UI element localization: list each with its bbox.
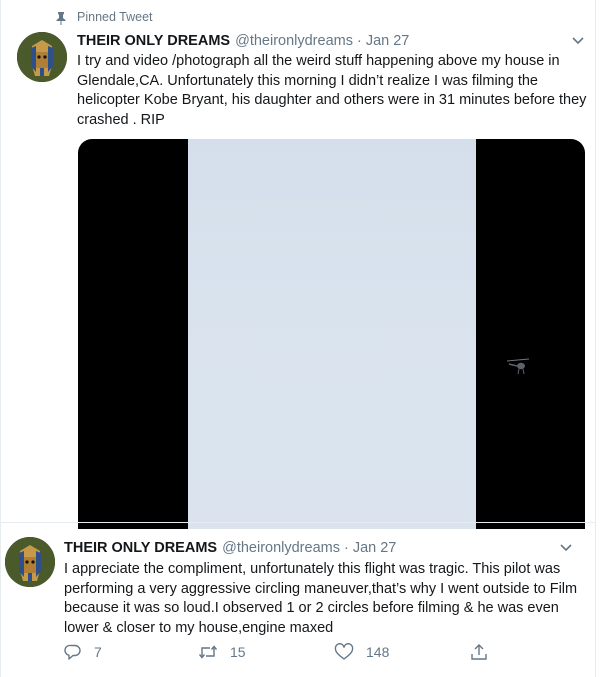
timestamp[interactable]: Jan 27 xyxy=(366,33,410,49)
retweet-count: 15 xyxy=(230,644,246,660)
tweet-header: THEIR ONLY DREAMS @theironlydreams · Jan… xyxy=(64,540,396,556)
display-name[interactable]: THEIR ONLY DREAMS xyxy=(64,540,217,556)
tweet-text: I appreciate the compliment, unfortunate… xyxy=(64,561,578,636)
avatar[interactable] xyxy=(5,537,55,587)
like-count: 148 xyxy=(366,644,390,660)
chevron-down-icon[interactable] xyxy=(559,543,573,553)
pin-icon xyxy=(56,12,66,25)
pinned-tweet[interactable]: Pinned Tweet THEIR ONLY DREAMS @theironl… xyxy=(0,0,596,529)
retweet-button[interactable]: 15 xyxy=(198,643,246,661)
chevron-down-icon[interactable] xyxy=(571,36,585,46)
user-handle[interactable]: @theironlydreams xyxy=(235,33,353,49)
retweet-icon xyxy=(198,645,218,659)
reply-count: 7 xyxy=(94,644,102,660)
separator: · xyxy=(343,540,349,556)
timestamp[interactable]: Jan 27 xyxy=(353,540,397,556)
like-button[interactable]: 148 xyxy=(334,643,389,661)
video-frame xyxy=(188,139,530,529)
tweet-text: I try and video /photograph all the weir… xyxy=(77,53,587,128)
display-name[interactable]: THEIR ONLY DREAMS xyxy=(77,33,230,49)
reply-button[interactable]: 7 xyxy=(64,643,102,661)
share-button[interactable] xyxy=(470,643,500,661)
separator: · xyxy=(356,33,362,49)
user-handle[interactable]: @theironlydreams xyxy=(222,540,340,556)
share-icon xyxy=(471,644,487,660)
avatar[interactable] xyxy=(17,32,67,82)
tweet-header: THEIR ONLY DREAMS @theironlydreams · Jan… xyxy=(77,33,409,49)
tweet-actions: 7 15 148 xyxy=(0,643,596,665)
reply-icon xyxy=(64,644,81,660)
helicopter-image xyxy=(506,358,530,375)
pinned-label: Pinned Tweet xyxy=(77,10,153,24)
heart-icon xyxy=(334,643,354,660)
video-player[interactable] xyxy=(78,139,585,529)
